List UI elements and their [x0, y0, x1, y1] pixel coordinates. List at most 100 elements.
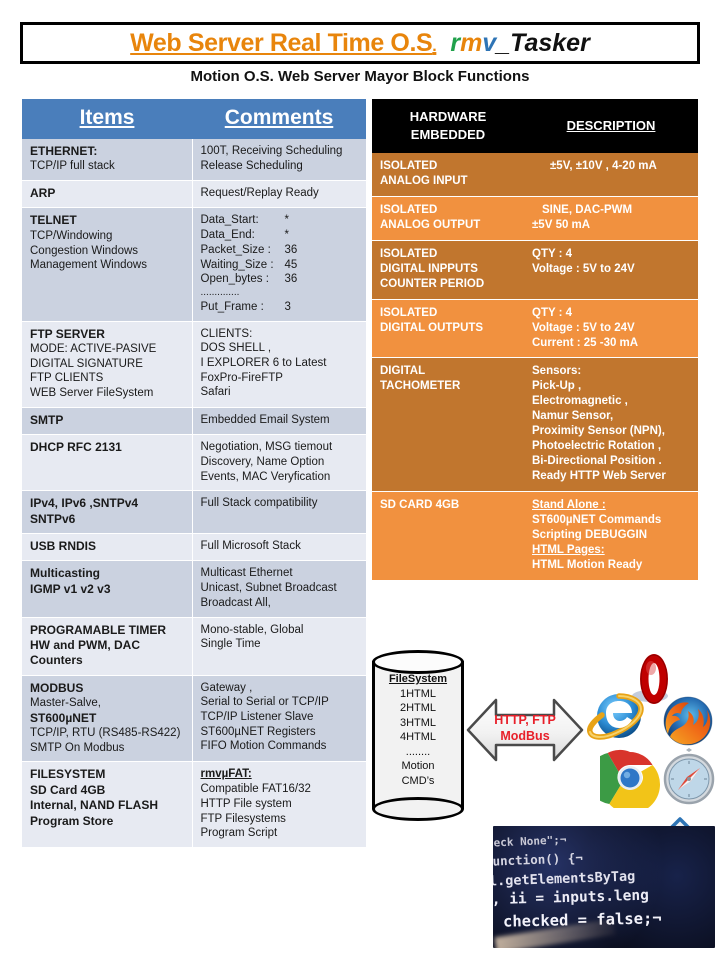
filesystem-item: ........ — [405, 745, 431, 758]
hw-line: DIGITAL INPPUTS — [380, 262, 478, 275]
comment-line: TCP/IP Listener Slave — [200, 711, 314, 724]
row-item-cell: FTP SERVER MODE: ACTIVE-PASIVE DIGITAL S… — [22, 321, 193, 408]
comment-pair: Packet_Size :36 — [200, 243, 298, 256]
item-line: ST600µNET — [30, 710, 97, 725]
row-comment-cell: Full Microsoft Stack — [192, 533, 366, 562]
hardware-cell: ISOLATED DIGITAL INPPUTS COUNTER PERIOD — [372, 240, 524, 300]
desc-line: Voltage : 5V to 24V — [532, 262, 635, 275]
desc-line: Bi-Directional Position . — [532, 455, 662, 468]
table-row: PROGRAMABLE TIMER HW and PWM, DAC Counte… — [22, 617, 366, 676]
hw-line: COUNTER PERIOD — [380, 277, 485, 290]
row-comment-cell: rmvµFAT: Compatible FAT16/32 HTTP File s… — [192, 761, 366, 849]
description-cell: QTY : 4 Voltage : 5V to 24V — [524, 240, 698, 300]
title-banner: Web Server Real Time O.S. rmv_Tasker — [20, 22, 700, 64]
desc-line: Sensors: — [532, 365, 582, 378]
item-title: USB RNDIS — [30, 539, 97, 554]
row-comment-cell: Negotiation, MSG tiemout Discovery, Name… — [192, 434, 366, 492]
filesystem-item: 1HTML — [399, 687, 437, 700]
desc-line: QTY : 4 — [532, 247, 573, 260]
row-comment-cell: Full Stack compatibility — [192, 490, 366, 535]
row-comment-cell: Embedded Email System — [192, 407, 366, 436]
filesystem-item: Motion — [401, 760, 435, 773]
desc-line: Pick-Up , — [532, 380, 582, 393]
hardware-cell: SD CARD 4GB — [372, 491, 524, 580]
item-title: ETHERNET: — [30, 144, 98, 158]
cylinder-top — [372, 650, 464, 674]
comment-pair: Data_End: * — [200, 229, 289, 242]
desc-line: Photoelectric Rotation , — [532, 440, 662, 453]
row-comment-cell: 100T, Receiving Scheduling Release Sched… — [192, 139, 366, 182]
software-features-table: Items Comments ETHERNET: TCP/IP full sta… — [22, 99, 366, 849]
desc-line: Namur Sensor, — [532, 410, 614, 423]
description-cell: Stand Alone : ST600µNET Commands Scripti… — [524, 491, 698, 580]
row-item-cell: SMTP — [22, 407, 193, 436]
row-item-cell: ETHERNET: TCP/IP full stack — [22, 139, 193, 182]
item-line: SMTP On Modbus — [30, 741, 125, 754]
filesystem-label: FileSystem — [388, 673, 448, 685]
table-row: ETHERNET: TCP/IP full stack 100T, Receiv… — [22, 139, 366, 182]
row-item-cell: DHCP RFC 2131 — [22, 434, 193, 492]
comment-line: Safari — [200, 386, 231, 399]
comment-line: Gateway , — [200, 681, 253, 694]
chrome-icon — [587, 748, 660, 814]
row-item-cell: ARP — [22, 180, 193, 209]
item-line: Management Windows — [30, 259, 147, 272]
description-cell: Sensors: Pick-Up , Electromagnetic , Nam… — [524, 357, 698, 492]
table-row: SMTP Embedded Email System — [22, 407, 366, 436]
desc-line: ±5V, ±10V , 4-20 mA — [550, 160, 657, 173]
table-row: ISOLATED DIGITAL INPPUTS COUNTER PERIOD … — [372, 240, 698, 300]
item-line: Congestion Windows — [30, 244, 139, 257]
row-comment-cell: CLIENTS: DOS SHELL , I EXPLORER 6 to Lat… — [192, 321, 366, 408]
description-cell: ±5V, ±10V , 4-20 mA — [524, 153, 698, 197]
hardware-cell: ISOLATED ANALOG INPUT — [372, 153, 524, 197]
item-line: SNTPv6 — [30, 511, 76, 526]
filesystem-item: 4HTML — [399, 731, 437, 744]
table-row: USB RNDIS Full Microsoft Stack — [22, 533, 366, 562]
hw-line: ISOLATED — [380, 203, 438, 216]
item-line: DIGITAL SIGNATURE — [30, 357, 143, 370]
item-title: TELNET — [30, 213, 77, 228]
column-header-comments: Comments — [192, 99, 366, 139]
table-row: FILESYSTEM SD Card 4GB Internal, NAND FL… — [22, 761, 366, 849]
hw-line: DIGITAL OUTPUTS — [380, 321, 484, 334]
cylinder-text: FileSystem 1HTML 2HTML 3HTML 4HTML .....… — [372, 672, 464, 788]
table-row: TELNET TCP/Windowing Congestion Windows … — [22, 207, 366, 322]
hw-line: ANALOG OUTPUT — [380, 218, 481, 231]
brand-logo: rmv_Tasker — [450, 28, 590, 57]
row-comment-cell: Gateway , Serial to Serial or TCP/IP TCP… — [192, 675, 366, 763]
comment-line: I EXPLORER 6 to Latest — [200, 356, 327, 369]
hw-line: ISOLATED — [380, 247, 438, 260]
comment-line: CLIENTS: — [200, 327, 253, 340]
comment-line: Compatible FAT16/32 — [200, 783, 311, 796]
row-item-cell: PROGRAMABLE TIMER HW and PWM, DAC Counte… — [22, 617, 193, 676]
desc-line: HTML Motion Ready — [532, 558, 643, 571]
comment-line: Unicast, Subnet Broadcast — [200, 582, 337, 595]
table-row: MODBUS Master-Salve, ST600µNET TCP/IP, R… — [22, 675, 366, 763]
comment-line: FTP Filesystems — [200, 812, 286, 825]
table-row: ISOLATED ANALOG OUTPUT SINE, DAC-PWM ±5V… — [372, 196, 698, 241]
protocol-label: HTTP, FTP ModBus — [494, 713, 556, 743]
row-comment-cell: Data_Start: * Data_End: * Packet_Size :36 … — [192, 207, 366, 322]
desc-line: Scripting DEBUGGIN — [532, 528, 648, 541]
item-line: Internal, NAND FLASH — [30, 798, 159, 813]
item-line: TCP/IP, RTU (RS485-RS422) — [30, 727, 181, 740]
hw-line: SD CARD 4GB — [380, 498, 460, 511]
comment-line: Broadcast All, — [200, 596, 271, 609]
desc-line: Electromagnetic , — [532, 395, 628, 408]
item-title: MODBUS — [30, 680, 84, 695]
desc-line: ST600µNET Commands — [532, 513, 662, 526]
table-row: ISOLATED ANALOG INPUT ±5V, ±10V , 4-20 m… — [372, 153, 698, 197]
hw-line: ISOLATED — [380, 160, 438, 173]
description-cell: QTY : 4 Voltage : 5V to 24V Current : 25… — [524, 299, 698, 359]
desc-heading: Stand Alone : — [532, 498, 606, 511]
item-line: TCP/Windowing — [30, 229, 113, 242]
item-line: Counters — [30, 653, 83, 668]
comment-line: Events, MAC Veryfication — [200, 470, 331, 483]
filesystem-cylinder: FileSystem 1HTML 2HTML 3HTML 4HTML .....… — [372, 650, 464, 821]
table-row: ISOLATED DIGITAL OUTPUTS QTY : 4 Voltage… — [372, 299, 698, 359]
comment-line: Embedded Email System — [200, 413, 330, 426]
row-comment-cell: Request/Replay Ready — [192, 180, 366, 209]
comment-line: DOS SHELL , — [200, 342, 272, 355]
filesystem-item: 2HTML — [399, 702, 437, 715]
comment-heading: rmvµFAT: — [200, 768, 252, 781]
